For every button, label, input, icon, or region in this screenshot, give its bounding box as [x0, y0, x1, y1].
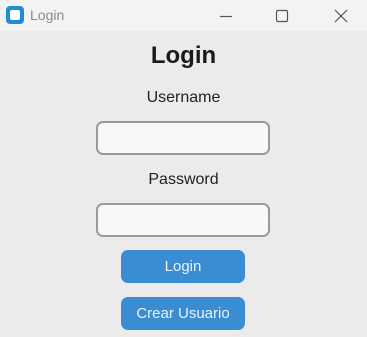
close-icon [334, 9, 348, 22]
close-button[interactable] [318, 0, 364, 31]
password-field[interactable] [96, 203, 270, 237]
title-bar[interactable]: Login [0, 0, 367, 31]
login-window: Login Login Username Password Login Crea… [0, 0, 367, 337]
password-label: Password [148, 171, 219, 188]
page-title: Login [150, 42, 217, 69]
username-label: Username [146, 89, 221, 106]
app-icon [6, 6, 24, 24]
window-title: Login [30, 7, 65, 23]
maximize-icon [275, 9, 289, 22]
minimize-button[interactable] [203, 0, 249, 31]
minimize-icon [220, 15, 232, 17]
login-button[interactable]: Login [121, 250, 245, 283]
username-field[interactable] [96, 121, 270, 155]
create-user-button[interactable]: Crear Usuario [121, 297, 245, 330]
maximize-button[interactable] [259, 0, 305, 31]
